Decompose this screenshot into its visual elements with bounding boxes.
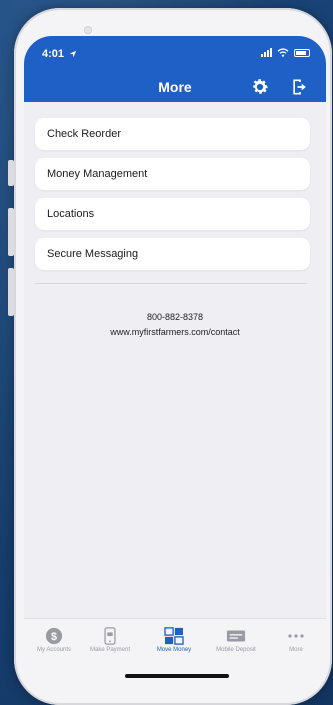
tab-label: Make Payment bbox=[89, 647, 131, 653]
svg-text:$: $ bbox=[51, 631, 57, 643]
tab-move-money[interactable]: Move Money bbox=[144, 625, 204, 653]
tab-label: More bbox=[289, 647, 303, 653]
transfer-icon bbox=[144, 625, 204, 647]
phone-side-button bbox=[8, 208, 14, 256]
status-time: 4:01 bbox=[42, 48, 77, 60]
contact-info: 800-882-8378 www.myfirstfarmers.com/cont… bbox=[24, 310, 326, 340]
phone-side-button bbox=[8, 268, 14, 316]
tab-label: My Accounts bbox=[36, 647, 71, 653]
tab-more[interactable]: More bbox=[266, 625, 326, 653]
camera-icon bbox=[84, 26, 92, 34]
header-bar: 4:01 More bbox=[24, 36, 326, 102]
logout-icon[interactable] bbox=[290, 77, 310, 97]
tab-make-payment[interactable]: Make Payment bbox=[80, 625, 140, 653]
menu-item-locations[interactable]: Locations bbox=[35, 198, 310, 230]
dollar-circle-icon: $ bbox=[24, 625, 84, 647]
location-arrow-icon bbox=[69, 50, 77, 58]
signal-icon bbox=[261, 48, 272, 57]
tab-label: Mobile Deposit bbox=[216, 647, 256, 653]
menu-item-secure-messaging[interactable]: Secure Messaging bbox=[35, 238, 310, 270]
tab-mobile-deposit[interactable]: Mobile Deposit bbox=[206, 625, 266, 653]
wifi-icon bbox=[277, 48, 289, 57]
more-menu: Check Reorder Money Management Locations… bbox=[35, 118, 310, 278]
status-icons bbox=[261, 48, 310, 57]
tab-bar: $ My Accounts Make Payment Move Money Mo… bbox=[24, 618, 326, 690]
app-screen: 4:01 More Check Reorder Money Management… bbox=[24, 36, 326, 690]
home-indicator[interactable] bbox=[125, 674, 229, 678]
menu-item-money-management[interactable]: Money Management bbox=[35, 158, 310, 190]
battery-icon bbox=[294, 48, 310, 57]
page-title: More bbox=[158, 79, 192, 95]
phone-payment-icon bbox=[80, 625, 140, 647]
contact-url[interactable]: www.myfirstfarmers.com/contact bbox=[24, 325, 326, 340]
check-deposit-icon bbox=[206, 625, 266, 647]
tab-label: Move Money bbox=[156, 647, 192, 653]
phone-side-button bbox=[8, 160, 14, 186]
gear-icon[interactable] bbox=[250, 77, 270, 97]
divider bbox=[35, 283, 307, 284]
menu-item-check-reorder[interactable]: Check Reorder bbox=[35, 118, 310, 150]
contact-phone[interactable]: 800-882-8378 bbox=[24, 310, 326, 325]
more-dots-icon bbox=[266, 625, 326, 647]
tab-my-accounts[interactable]: $ My Accounts bbox=[24, 625, 84, 653]
